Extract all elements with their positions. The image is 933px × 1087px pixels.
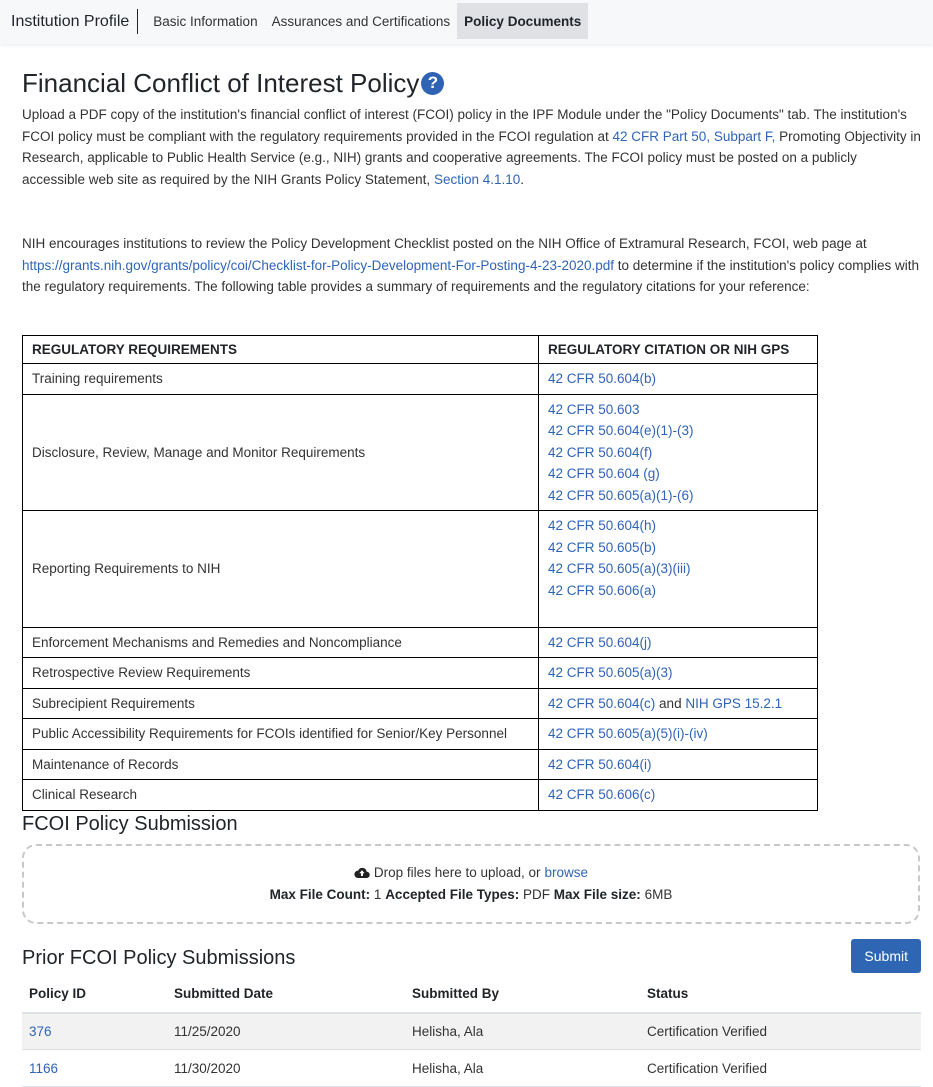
tab-assurances-and-certifications[interactable]: Assurances and Certifications [265,3,458,39]
citation-cell: 42 CFR 50.605(a)(5)(i)-(iv) [539,719,818,750]
citation-link[interactable]: 42 CFR 50.603 [548,399,808,421]
requirement-cell: Disclosure, Review, Manage and Monitor R… [23,394,539,511]
citation-cell: 42 CFR 50.604(i) [539,749,818,780]
requirement-cell: Subrecipient Requirements [23,688,539,719]
submit-button[interactable]: Submit [851,939,921,973]
file-dropzone[interactable]: Drop files here to upload, or browse Max… [22,844,920,924]
accepted-file-types-value: PDF [523,887,550,902]
citation-cell: 42 CFR 50.604(h) 42 CFR 50.605(b) 42 CFR… [539,511,818,628]
dropzone-text: Drop files here to upload, or [374,862,541,884]
policy-id-cell: 376 [22,1013,167,1050]
regulatory-requirements-table: REGULATORY REQUIREMENTS REGULATORY CITAT… [22,335,818,811]
fcoi-policy-submission-title: FCOI Policy Submission [22,811,921,837]
table-row: Clinical Research 42 CFR 50.606(c) [23,780,818,811]
header-submitted-date[interactable]: Submitted Date [167,976,405,1013]
requirement-cell: Training requirements [23,364,539,395]
accepted-file-types-label: Accepted File Types: [385,887,519,902]
dropzone-limits: Max File Count: 1 Accepted File Types: P… [270,884,673,906]
requirement-cell: Public Accessibility Requirements for FC… [23,719,539,750]
table-row: Enforcement Mechanisms and Remedies and … [23,627,818,658]
top-nav: Institution Profile Basic Information As… [0,0,933,44]
table-row: Maintenance of Records 42 CFR 50.604(i) [23,749,818,780]
citation-link[interactable]: 42 CFR 50.604(c) [548,696,655,711]
citation-link[interactable]: 42 CFR 50.605(a)(3)(iii) [548,558,808,580]
requirement-cell: Reporting Requirements to NIH [23,511,539,628]
citation-link[interactable]: 42 CFR 50.606(c) [548,784,808,806]
header-submitted-by[interactable]: Submitted By [405,976,640,1013]
citation-link[interactable]: 42 CFR 50.605(a)(1)-(6) [548,485,808,507]
citation-cell: 42 CFR 50.605(a)(3) [539,658,818,689]
citation-link[interactable]: 42 CFR 50.604(e)(1)-(3) [548,420,808,442]
citation-link[interactable]: 42 CFR 50.604(j) [548,632,808,654]
table-row: Subrecipient Requirements 42 CFR 50.604(… [23,688,818,719]
citation-link[interactable]: 42 CFR 50.604(f) [548,442,808,464]
citation-and-text: and [655,696,685,711]
tab-basic-information[interactable]: Basic Information [146,3,264,39]
citation-link[interactable]: 42 CFR 50.606(a) [548,580,808,602]
submitted-by-cell: Helisha, Ala [405,1050,640,1087]
citation-cell: 42 CFR 50.603 42 CFR 50.604(e)(1)-(3) 42… [539,394,818,511]
status-cell: Certification Verified [640,1013,921,1050]
citation-link[interactable]: 42 CFR 50.605(a)(5)(i)-(iv) [548,723,808,745]
policy-id-cell: 1166 [22,1050,167,1087]
prior-submissions-header: Prior FCOI Policy Submissions Submit [22,939,921,973]
cfr-part-50-link[interactable]: 42 CFR Part 50, Subpart F, [613,129,776,144]
citation-cell: 42 CFR 50.604(c) and NIH GPS 15.2.1 [539,688,818,719]
table-row: Public Accessibility Requirements for FC… [23,719,818,750]
page-title-row: Financial Conflict of Interest Policy ? [22,68,921,98]
requirement-cell: Maintenance of Records [23,749,539,780]
checklist-paragraph: NIH encourages institutions to review th… [22,233,921,298]
table-row: Reporting Requirements to NIH 42 CFR 50.… [23,511,818,628]
nih-gps-link[interactable]: NIH GPS 15.2.1 [685,696,782,711]
question-circle-icon[interactable]: ? [421,72,444,95]
tab-policy-documents[interactable]: Policy Documents [457,3,588,39]
table-row: Training requirements 42 CFR 50.604(b) [23,364,818,395]
browse-link[interactable]: browse [545,862,589,884]
page-title: Financial Conflict of Interest Policy [22,68,419,98]
policy-id-link[interactable]: 1166 [29,1061,58,1076]
requirement-cell: Retrospective Review Requirements [23,658,539,689]
header-regulatory-requirements: REGULATORY REQUIREMENTS [23,335,539,364]
header-policy-id[interactable]: Policy ID [22,976,167,1013]
checklist-text-1: NIH encourages institutions to review th… [22,236,867,251]
main-content: Financial Conflict of Interest Policy ? … [0,68,933,1087]
table-row: Disclosure, Review, Manage and Monitor R… [23,394,818,511]
table-row: 1166 11/30/2020 Helisha, Ala Certificati… [22,1050,921,1087]
table-row: 376 11/25/2020 Helisha, Ala Certificatio… [22,1013,921,1050]
dropzone-prompt: Drop files here to upload, or browse [354,862,588,884]
max-file-count-label: Max File Count: [270,887,371,902]
citation-link[interactable]: 42 CFR 50.604(i) [548,754,808,776]
header-status[interactable]: Status [640,976,921,1013]
table-row: Retrospective Review Requirements 42 CFR… [23,658,818,689]
cloud-upload-icon [354,866,370,879]
checklist-pdf-link[interactable]: https://grants.nih.gov/grants/policy/coi… [22,258,614,273]
max-file-count-value: 1 [374,887,382,902]
submitted-date-cell: 11/30/2020 [167,1050,405,1087]
submitted-date-cell: 11/25/2020 [167,1013,405,1050]
citation-cell: 42 CFR 50.604(b) [539,364,818,395]
prior-submissions-table: Policy ID Submitted Date Submitted By St… [22,976,921,1087]
intro-text-3: . [520,172,524,187]
header-regulatory-citation: REGULATORY CITATION OR NIH GPS [539,335,818,364]
citation-link[interactable]: 42 CFR 50.605(b) [548,537,808,559]
citation-link[interactable]: 42 CFR 50.604(b) [548,368,808,390]
citation-link[interactable]: 42 CFR 50.605(a)(3) [548,662,808,684]
intro-paragraph: Upload a PDF copy of the institution's f… [22,104,921,190]
citation-cell: 42 CFR 50.604(j) [539,627,818,658]
prior-submissions-title: Prior FCOI Policy Submissions [22,945,295,971]
nav-brand: Institution Profile [11,9,138,34]
submitted-by-cell: Helisha, Ala [405,1013,640,1050]
policy-id-link[interactable]: 376 [29,1024,52,1039]
requirement-cell: Enforcement Mechanisms and Remedies and … [23,627,539,658]
max-file-size-value: 6MB [645,887,673,902]
section-4-1-10-link[interactable]: Section 4.1.10 [434,172,520,187]
citation-link[interactable]: 42 CFR 50.604 (g) [548,463,808,485]
requirement-cell: Clinical Research [23,780,539,811]
status-cell: Certification Verified [640,1050,921,1087]
max-file-size-label: Max File size: [554,887,641,902]
citation-link[interactable]: 42 CFR 50.604(h) [548,515,808,537]
citation-cell: 42 CFR 50.606(c) [539,780,818,811]
